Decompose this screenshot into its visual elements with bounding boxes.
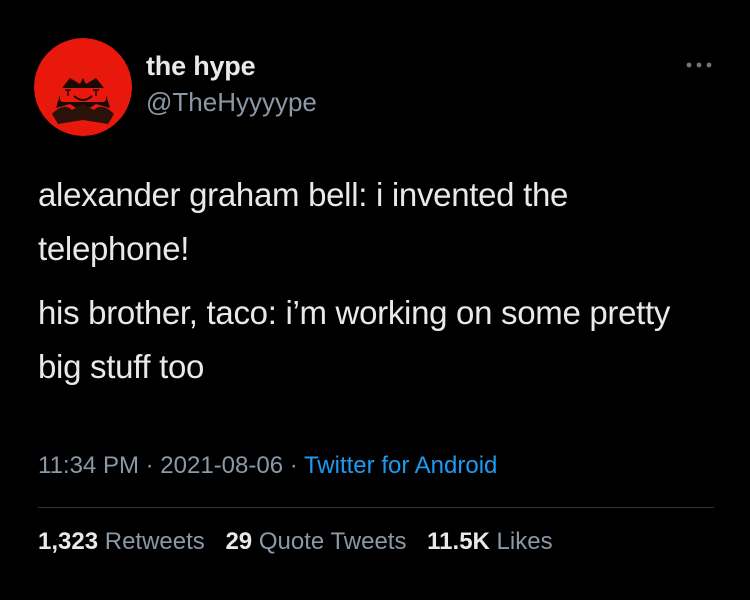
avatar-icon	[34, 38, 132, 136]
tweet-time[interactable]: 11:34 PM	[38, 452, 139, 479]
tweet-stats: 1,323 Retweets 29 Quote Tweets 11.5K Lik…	[38, 528, 567, 556]
retweets-stat[interactable]: 1,323 Retweets	[38, 528, 205, 556]
tweet-text: alexander graham bell: i invented the te…	[38, 168, 718, 404]
likes-label: Likes	[496, 528, 553, 555]
user-display-name[interactable]: the hype	[146, 51, 256, 82]
tweet-source-link[interactable]: Twitter for Android	[304, 452, 497, 479]
tweet-date[interactable]: 2021-08-06	[160, 452, 283, 479]
retweets-count: 1,323	[38, 528, 99, 555]
tweet-meta: 11:34 PM · 2021-08-06 · Twitter for Andr…	[38, 452, 497, 480]
tweet-paragraph: alexander graham bell: i invented the te…	[38, 176, 569, 267]
meta-separator: ·	[289, 452, 298, 479]
tweet-paragraph: his brother, taco: i’m working on some p…	[38, 294, 671, 385]
tweet-card: the hype @TheHyyyype alexander graham be…	[0, 0, 750, 600]
quote-tweets-stat[interactable]: 29 Quote Tweets	[225, 528, 406, 556]
avatar[interactable]	[34, 38, 132, 136]
more-horizontal-icon[interactable]	[684, 58, 714, 72]
user-handle[interactable]: @TheHyyyype	[146, 87, 317, 118]
divider	[38, 507, 714, 508]
meta-separator: ·	[145, 452, 154, 479]
retweets-label: Retweets	[104, 528, 205, 555]
likes-count: 11.5K	[427, 528, 490, 555]
likes-stat[interactable]: 11.5K Likes	[427, 528, 552, 556]
quote-tweets-count: 29	[225, 528, 253, 555]
quote-tweets-label: Quote Tweets	[258, 528, 407, 555]
